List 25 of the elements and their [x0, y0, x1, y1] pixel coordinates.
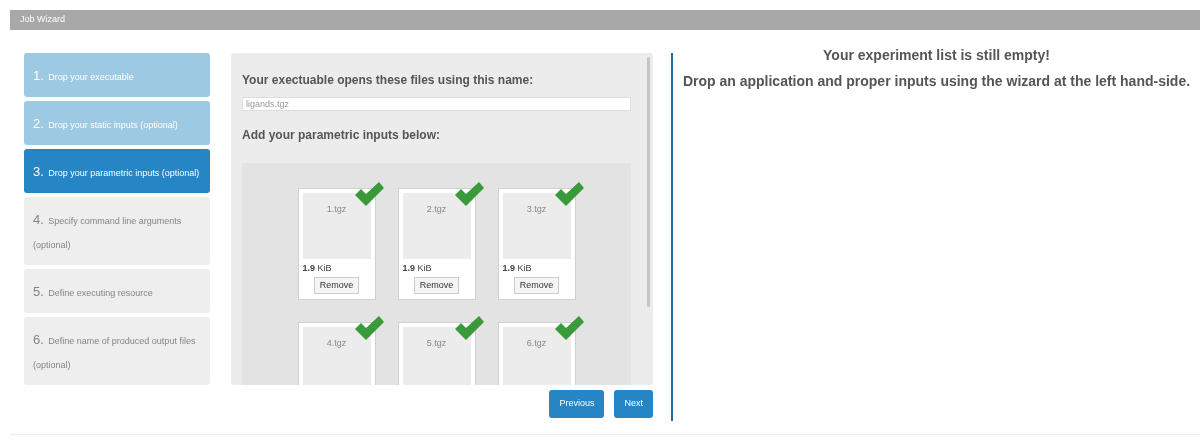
- inputs-heading: Add your parametric inputs below:: [242, 127, 442, 144]
- drop-area[interactable]: 1.tgz 1.9 KiB Remove 2.tgz 1.9 KiB Remove 3.tgz 1.9 KiB Remove 4.tgz 5.tgz 6.tgz: [242, 163, 631, 385]
- nav-button[interactable]: Previous: [549, 390, 605, 418]
- wizard-step[interactable]: 6. Define name of produced output files (optional): [24, 317, 210, 385]
- nav-button[interactable]: Next: [614, 390, 653, 418]
- wizard-step[interactable]: 3. Drop your parametric inputs (optional): [24, 149, 210, 193]
- file-name: 3.tgz: [526, 203, 547, 216]
- file-name: 6.tgz: [526, 337, 547, 350]
- file-size: 1.9 KiB: [402, 263, 432, 273]
- file-size: 1.9 KiB: [502, 263, 532, 273]
- file-name: 2.tgz: [426, 203, 447, 216]
- empty-message: Your experiment list is still empty!: [822, 46, 1051, 65]
- file-name: 5.tgz: [426, 337, 447, 350]
- wizard-step[interactable]: 5. Define executing resource: [24, 269, 210, 313]
- remove-button[interactable]: Remove: [313, 276, 360, 294]
- file-name: 4.tgz: [326, 337, 347, 350]
- wizard-step[interactable]: 4. Specify command line arguments (optional): [24, 197, 210, 265]
- name-field[interactable]: ligands.tgz: [242, 97, 631, 111]
- window-title: Job Wizard: [20, 13, 65, 27]
- remove-button[interactable]: Remove: [413, 276, 460, 294]
- remove-button[interactable]: Remove: [513, 276, 560, 294]
- file-size: 1.9 KiB: [302, 263, 332, 273]
- name-heading: Your exectuable opens these files using this name:: [242, 72, 535, 89]
- empty-message: Drop an application and proper inputs using the wizard at the left hand-side.: [681, 72, 1192, 91]
- file-name: 1.tgz: [326, 203, 347, 216]
